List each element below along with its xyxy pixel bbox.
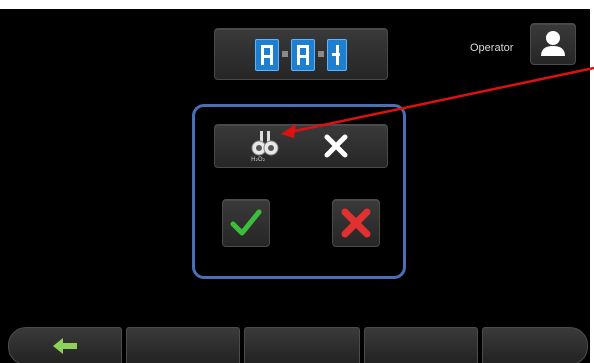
operator-label: Operator	[470, 42, 514, 54]
sterilant-agent-button[interactable]: H₂O₂	[214, 124, 388, 168]
chamber-status-icon	[291, 39, 315, 71]
checkmark-icon	[230, 209, 262, 236]
chamber-status-icon	[255, 39, 279, 71]
x-mark-icon	[324, 134, 348, 158]
red-x-icon	[341, 208, 371, 238]
cancel-button[interactable]	[332, 199, 380, 247]
toolbar-slot-3[interactable]	[244, 327, 360, 363]
h2o2-sterilant-icon: H₂O₂	[251, 131, 279, 163]
chamber-status-icon	[327, 39, 347, 71]
confirm-button[interactable]	[222, 199, 270, 247]
user-icon	[541, 31, 565, 56]
back-button[interactable]	[8, 327, 122, 363]
back-arrow-icon	[53, 338, 77, 354]
chamber-status-button[interactable]	[214, 28, 388, 80]
connector-icon	[318, 51, 324, 57]
toolbar-slot-4[interactable]	[364, 327, 478, 363]
h2o2-subscript: H₂O₂	[251, 156, 266, 163]
toolbar-slot-2[interactable]	[126, 327, 240, 363]
connector-icon	[282, 51, 288, 57]
bottom-toolbar	[0, 325, 590, 363]
toolbar-slot-5[interactable]	[482, 327, 588, 363]
touchscreen: Operator H₂O₂	[0, 9, 590, 363]
operator-button[interactable]	[530, 23, 576, 65]
